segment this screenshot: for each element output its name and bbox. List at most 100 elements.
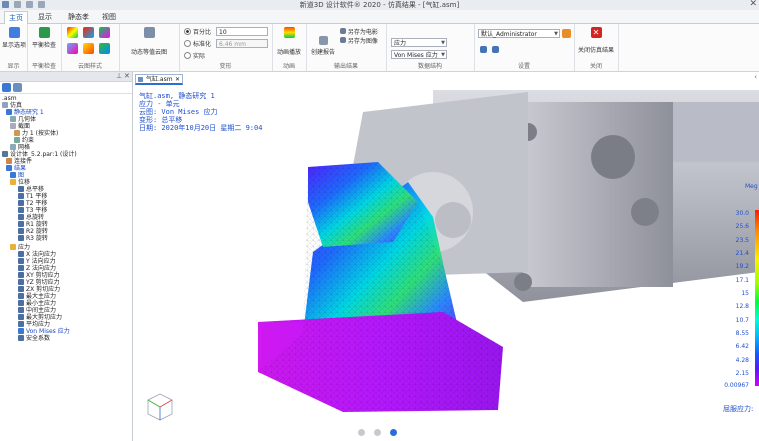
tree-root[interactable]: .asm [2, 95, 17, 102]
panel-toolbar [0, 82, 132, 94]
tree-item[interactable]: 最小主应力 [18, 300, 56, 307]
tree-item[interactable]: 最大主应力 [18, 293, 56, 300]
tree-item[interactable]: 总旋转 [18, 214, 44, 221]
tree-item[interactable]: 平均应力 [18, 321, 50, 328]
tree-item[interactable]: T1 平移 [18, 193, 47, 200]
tab-display[interactable]: 显示 [34, 11, 56, 23]
balance-group: 平衡检查 平衡检查 [27, 24, 62, 71]
tree-item[interactable]: 安全系数 [18, 335, 50, 342]
radio-percent[interactable]: 百分比 [184, 27, 211, 36]
tree-item[interactable]: 连接件 [6, 158, 32, 165]
list-view-icon[interactable] [13, 83, 22, 92]
result-component-select[interactable]: Von Mises 应力 ▼ [391, 50, 447, 59]
tree-item[interactable]: R3 旋转 [18, 235, 48, 242]
legend-unit: Meg [745, 183, 758, 190]
fringe-style-icon[interactable] [83, 27, 94, 38]
tree-item[interactable]: R2 旋转 [18, 228, 48, 235]
legend-tick: 23.5 [735, 237, 749, 244]
tree-item[interactable]: 仿真 [2, 102, 22, 109]
shade-style-icon[interactable] [83, 43, 94, 54]
tab-static[interactable]: 静态孝 [64, 11, 93, 23]
tree-item[interactable]: Y 法向应力 [18, 258, 56, 265]
image-icon [340, 37, 346, 43]
legend-color-bar [755, 210, 759, 386]
tree-item[interactable]: 网格 [10, 144, 30, 151]
tree-view-icon[interactable] [2, 83, 11, 92]
result-tree-panel: ⊥ ✕ .asm 仿真 静态研究 1 几何体 截面 力 1 (按实体) 约束 网… [0, 72, 133, 441]
radio-normalized[interactable]: 标准化 [184, 39, 211, 48]
legend-tick: 17.1 [735, 277, 749, 284]
tree-item[interactable]: 应力 [10, 244, 30, 251]
graphics-viewport[interactable]: 气缸.asm ✕ ‹ 气缸.asm, 静态研究 1 应力 - 单元 云图: Vo… [133, 72, 759, 441]
tree-item[interactable]: 结果 [6, 165, 26, 172]
tree-item[interactable]: R1 旋转 [18, 221, 48, 228]
iso-style-icon[interactable] [99, 27, 110, 38]
legend-tick: 30.0 [735, 210, 749, 217]
annotation-line: 云图: Von Mises 应力 [139, 108, 218, 116]
tree-item[interactable]: T2 平移 [18, 200, 47, 207]
chevron-down-icon: ▼ [441, 52, 445, 58]
tree-item[interactable]: 截面 [10, 123, 30, 130]
tree-item[interactable]: 静态研究 1 [6, 109, 44, 116]
display-options-button[interactable]: 显示选项 [2, 27, 26, 49]
tree-item[interactable]: T3 平移 [18, 207, 47, 214]
tree-item[interactable]: ZX 剪切应力 [18, 286, 60, 293]
settings-edit-icon[interactable] [562, 29, 571, 38]
anim-group: 动画播放 动画 [272, 24, 307, 71]
tree-item[interactable]: 设计体_5.2.par:1 (设计) [2, 151, 77, 158]
page-dot-1[interactable] [358, 429, 365, 436]
page-dot-2[interactable] [374, 429, 381, 436]
chevron-down-icon: ▼ [554, 31, 558, 37]
settings-select[interactable]: 默认_Administrator ▼ [478, 29, 560, 38]
normalized-input[interactable]: 6.46 mm [216, 39, 268, 48]
close-window-icon[interactable]: ✕ [749, 0, 757, 9]
tree-item[interactable]: YZ 剪切应力 [18, 279, 60, 286]
settings-load-icon[interactable] [492, 46, 499, 53]
animation-play-button[interactable]: 动画播放 [274, 27, 304, 56]
tab-home[interactable]: 主页 [4, 11, 28, 24]
settings-save-icon[interactable] [480, 46, 487, 53]
tree-item[interactable]: X 法向应力 [18, 251, 56, 258]
legend-tick: 12.8 [735, 303, 749, 310]
tree-item[interactable]: 位移 [10, 179, 30, 186]
panel-close-icon[interactable]: ✕ [124, 72, 130, 81]
create-report-button[interactable]: 创建报告 [308, 36, 338, 56]
tree-item[interactable]: 总平移 [18, 186, 44, 193]
view-triad [147, 393, 173, 421]
result-type-select[interactable]: 应力 ▼ [391, 38, 447, 47]
display-options-icon [8, 27, 20, 38]
save-image-button[interactable]: 另存为图像 [340, 36, 378, 45]
legend-tick: 15 [741, 290, 749, 297]
page-dot-3-active[interactable] [390, 429, 397, 436]
balance-check-button[interactable]: 平衡检查 [30, 27, 58, 49]
dynamic-contour-button[interactable]: 动态等值云图 [121, 27, 177, 56]
color-legend: 30.0 25.6 23.5 21.4 19.2 17.1 15 12.8 10… [724, 210, 759, 390]
display-group: 显示选项 显示 [0, 24, 28, 71]
dynamic-group: 动态等值云图 [119, 24, 180, 71]
tree-item[interactable]: 中间主应力 [18, 307, 56, 314]
pin-icon[interactable]: ⊥ [116, 72, 122, 81]
tree-item[interactable]: Z 法向应力 [18, 265, 56, 272]
end-plate-hole-small [631, 198, 659, 226]
tree-item[interactable]: 力 1 (按实体) [14, 130, 58, 137]
contour-style-icon[interactable] [67, 27, 78, 38]
close-results-button[interactable]: ✕ 关闭仿真结果 [576, 27, 616, 54]
percent-input[interactable]: 10 [216, 27, 268, 36]
chevron-down-icon: ▼ [441, 40, 445, 46]
tree-item[interactable]: 约束 [14, 137, 34, 144]
radio-actual[interactable]: 实际 [184, 51, 205, 60]
mesh-style-icon[interactable] [67, 43, 78, 54]
tree-item[interactable]: 几何体 [10, 116, 36, 123]
edge-style-icon[interactable] [99, 43, 110, 54]
tree-item[interactable]: XY 剪切应力 [18, 272, 60, 279]
tree-item[interactable]: 图 [10, 172, 24, 179]
data-group: 应力 ▼ Von Mises 应力 ▼ 数据结构 [386, 24, 475, 71]
legend-tick: 8.55 [735, 330, 749, 337]
tab-view[interactable]: 视图 [98, 11, 120, 23]
annotation-line: 日期: 2020年10月20日 星期二 9:04 [139, 124, 263, 132]
balance-check-icon [38, 27, 50, 38]
tree-item[interactable]: 最大剪切应力 [18, 314, 62, 321]
tree-item-selected[interactable]: Von Mises 应力 [18, 328, 70, 335]
save-movie-button[interactable]: 另存为电影 [340, 27, 378, 36]
annotation-line: 气缸.asm, 静态研究 1 [139, 92, 215, 100]
